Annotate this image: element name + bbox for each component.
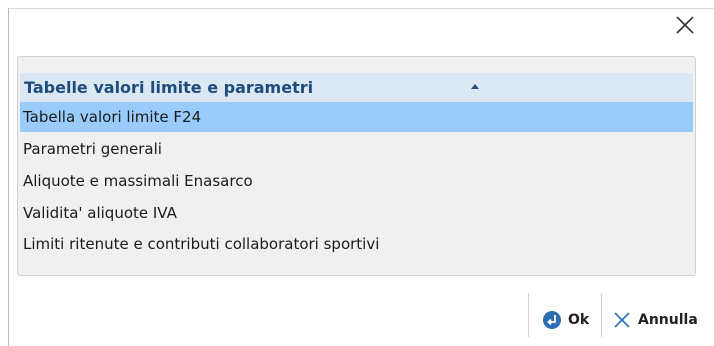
list-item-parametri-generali[interactable]: Parametri generali: [20, 134, 693, 164]
list-item-label: Validita' aliquote IVA: [23, 204, 177, 222]
footer-separator: [528, 293, 529, 337]
ok-button-label: Ok: [568, 312, 590, 328]
list-header-label: Tabelle valori limite e parametri: [24, 78, 314, 97]
ok-button[interactable]: Ok: [542, 303, 589, 337]
cancel-button[interactable]: Annulla: [612, 303, 698, 337]
list-item-validita-aliquote-iva[interactable]: Validita' aliquote IVA: [20, 198, 693, 228]
sort-ascending-icon[interactable]: [471, 84, 479, 89]
close-icon: [676, 16, 694, 34]
cancel-button-label: Annulla: [638, 312, 698, 328]
list-item-aliquote-enasarco[interactable]: Aliquote e massimali Enasarco: [20, 166, 693, 196]
list-header[interactable]: Tabelle valori limite e parametri: [20, 73, 693, 102]
list-item-label: Limiti ritenute e contributi collaborato…: [23, 235, 380, 253]
dialog-top-border: [8, 8, 714, 9]
list-item-label: Tabella valori limite F24: [23, 108, 202, 126]
footer-separator: [601, 293, 602, 337]
close-icon: [612, 310, 632, 330]
list-panel: Tabelle valori limite e parametri Tabell…: [17, 56, 696, 276]
list-item-label: Parametri generali: [23, 140, 162, 158]
list-item-limiti-ritenute[interactable]: Limiti ritenute e contributi collaborato…: [20, 229, 693, 259]
enter-icon: [542, 310, 562, 330]
list-item-label: Aliquote e massimali Enasarco: [23, 172, 253, 190]
dialog: Tabelle valori limite e parametri Tabell…: [0, 0, 714, 346]
dialog-close-button[interactable]: [671, 11, 699, 39]
list-item-tabella-valori-limite-f24[interactable]: Tabella valori limite F24: [20, 102, 693, 132]
dialog-left-border: [8, 8, 9, 346]
